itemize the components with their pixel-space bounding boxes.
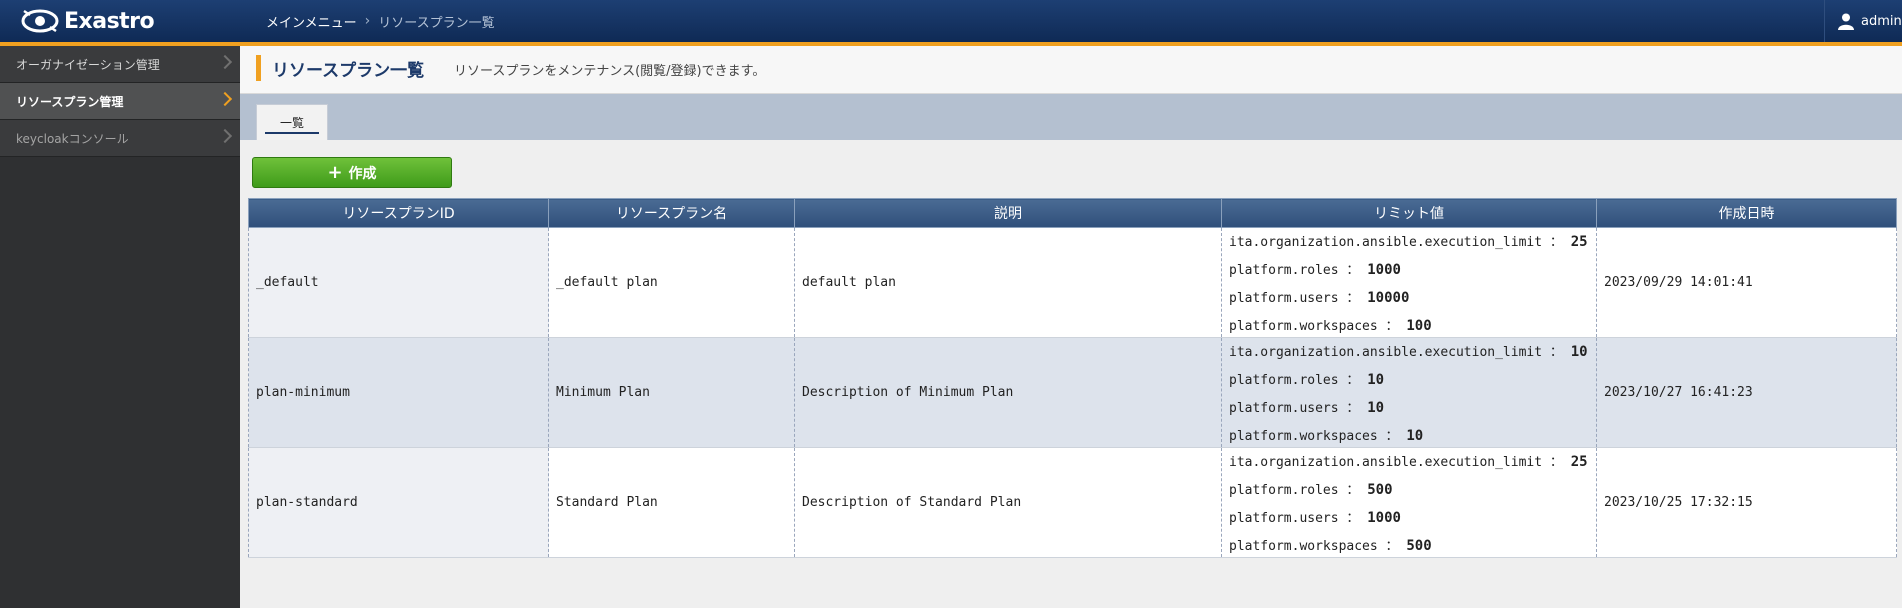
limit-value: 10 [1367,400,1385,416]
cell-plan-name: Standard Plan [548,447,795,558]
sidebar-item-keycloak[interactable]: keycloakコンソール [0,120,240,157]
table-row[interactable]: plan-minimum Minimum Plan Description of… [248,337,1897,448]
limit-value: 1000 [1367,262,1401,278]
limit-item: platform.workspaces ： 500 [1229,538,1432,554]
resource-plan-table: リソースプランID リソースプラン名 説明 リミット値 作成日時 _defaul… [248,198,1897,558]
limit-item: ita.organization.ansible.execution_limit… [1229,344,1588,360]
column-header-limits[interactable]: リミット値 [1221,198,1597,228]
user-icon [1838,13,1854,30]
app-logo[interactable]: Exastro [0,0,240,42]
limit-item: platform.workspaces ： 10 [1229,428,1424,444]
cell-limits: ita.organization.ansible.execution_limit… [1221,447,1597,558]
tab-active-indicator [265,132,319,134]
sidebar-item-label: keycloakコンソール [16,131,129,146]
tab-label: 一覧 [279,116,304,130]
cell-plan-id: plan-minimum [248,337,549,448]
limit-value: 100 [1406,318,1432,334]
cell-created-at: 2023/10/27 16:41:23 [1596,337,1897,448]
column-header-created[interactable]: 作成日時 [1596,198,1897,228]
page-header: リソースプラン一覧 リソースプランをメンテナンス(閲覧/登録)できます。 [240,46,1902,94]
sidebar-item-resource-plan[interactable]: リソースプラン管理 [0,83,240,120]
limit-item: platform.roles ： 1000 [1229,262,1401,278]
plus-icon: + [327,161,343,183]
create-button-label: 作成 [348,165,377,182]
limit-value: 25 [1570,454,1588,470]
limit-item: platform.roles ： 10 [1229,372,1385,388]
limit-item: platform.roles ： 500 [1229,482,1393,498]
cell-created-at: 2023/09/29 14:01:41 [1596,227,1897,338]
limit-value: 10 [1367,372,1385,388]
limit-value: 500 [1367,482,1393,498]
breadcrumb-main-menu[interactable]: メインメニュー [266,12,357,31]
page-description: リソースプランをメンテナンス(閲覧/登録)できます。 [454,64,766,79]
sidebar-item-organization[interactable]: オーガナイゼーション管理 [0,46,240,83]
limit-value: 10000 [1367,290,1410,306]
chevron-right-icon [217,54,233,70]
tab-list[interactable]: 一覧 [256,104,328,140]
cell-description: Description of Minimum Plan [794,337,1222,448]
user-menu[interactable]: admin [1824,0,1902,42]
cell-description: Description of Standard Plan [794,447,1222,558]
sidebar-item-label: リソースプラン管理 [16,94,124,109]
cell-plan-id: plan-standard [248,447,549,558]
tab-bar: 一覧 [240,94,1902,140]
limit-value: 500 [1406,538,1432,554]
table-row[interactable]: plan-standard Standard Plan Description … [248,447,1897,558]
logo-text: Exastro [64,8,155,34]
exastro-logo-icon [21,9,59,33]
column-header-name[interactable]: リソースプラン名 [548,198,795,228]
page-title: リソースプラン一覧 [272,61,425,81]
breadcrumb-chevron-icon: › [364,13,371,29]
sidebar: オーガナイゼーション管理 リソースプラン管理 keycloakコンソール [0,46,240,608]
table-header-row: リソースプランID リソースプラン名 説明 リミット値 作成日時 [248,198,1897,228]
cell-limits: ita.organization.ansible.execution_limit… [1221,337,1597,448]
chevron-right-icon [217,91,233,107]
limit-item: platform.workspaces ： 100 [1229,318,1432,334]
limit-item: platform.users ： 1000 [1229,510,1401,526]
main-content: リソースプラン一覧 リソースプランをメンテナンス(閲覧/登録)できます。 一覧 … [240,46,1902,608]
create-button[interactable]: + 作成 [252,157,452,188]
breadcrumb-current: リソースプラン一覧 [378,15,495,31]
sidebar-item-label: オーガナイゼーション管理 [16,57,160,72]
limit-item: platform.users ： 10000 [1229,290,1410,306]
cell-created-at: 2023/10/25 17:32:15 [1596,447,1897,558]
top-header: Exastro メインメニュー › リソースプラン一覧 admin [0,0,1902,46]
cell-plan-name: Minimum Plan [548,337,795,448]
limit-item: platform.users ： 10 [1229,400,1385,416]
table-row[interactable]: _default _default plan default plan ita.… [248,227,1897,338]
chevron-right-icon [217,128,233,144]
breadcrumb: メインメニュー › リソースプラン一覧 [266,0,495,42]
cell-plan-id: _default [248,227,549,338]
limit-value: 10 [1570,344,1588,360]
limit-value: 1000 [1367,510,1401,526]
limit-value: 25 [1570,234,1588,250]
column-header-id[interactable]: リソースプランID [248,198,549,228]
cell-limits: ita.organization.ansible.execution_limit… [1221,227,1597,338]
cell-description: default plan [794,227,1222,338]
user-name: admin [1861,13,1902,29]
column-header-description[interactable]: 説明 [794,198,1222,228]
limit-value: 10 [1406,428,1424,444]
title-accent-bar [256,55,261,81]
limit-item: ita.organization.ansible.execution_limit… [1229,454,1588,470]
limit-item: ita.organization.ansible.execution_limit… [1229,234,1588,250]
cell-plan-name: _default plan [548,227,795,338]
